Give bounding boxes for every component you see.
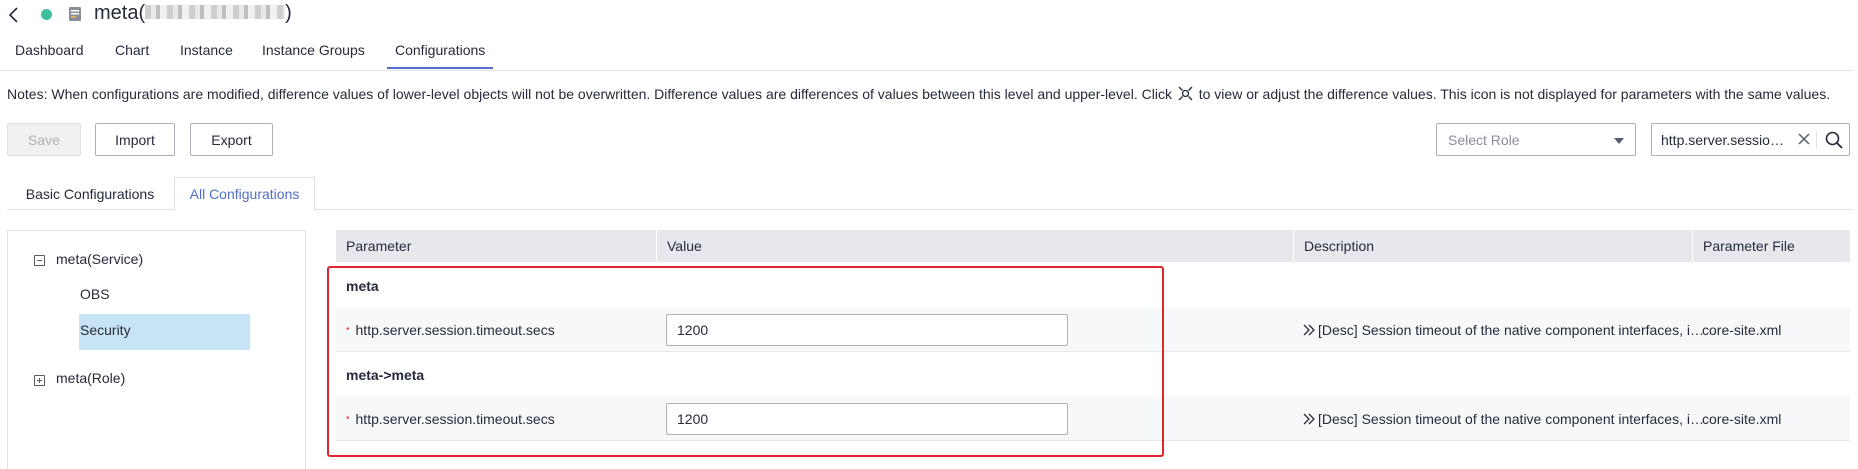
status-dot xyxy=(41,9,52,20)
value-input[interactable] xyxy=(666,403,1068,435)
column-header-description: Description xyxy=(1293,230,1692,262)
title-suffix: ) xyxy=(285,2,292,24)
parameter-file-cell: core-site.xml xyxy=(1702,410,1782,427)
description-text: [Desc] Session timeout of the native com… xyxy=(1318,321,1708,338)
tab-chart[interactable]: Chart xyxy=(115,42,149,58)
table-row: • http.server.session.timeout.secs [Desc… xyxy=(336,307,1850,352)
tree-node-role[interactable]: meta(Role) xyxy=(56,370,125,386)
clear-icon[interactable] xyxy=(1796,131,1812,147)
export-button[interactable]: Export xyxy=(190,123,273,156)
role-select-placeholder: Select Role xyxy=(1448,131,1520,148)
column-header-value: Value xyxy=(656,230,1293,262)
difference-icon xyxy=(1178,86,1193,101)
table-row: • http.server.session.timeout.secs [Desc… xyxy=(336,396,1850,441)
column-header-parameter-file: Parameter File xyxy=(1692,230,1850,262)
description-cell: [Desc] Session timeout of the native com… xyxy=(1302,307,1708,352)
tree-node-service[interactable]: meta(Service) xyxy=(56,251,143,267)
group-row: meta xyxy=(336,264,1850,307)
main-tabs: Dashboard Chart Instance Instance Groups… xyxy=(0,36,1853,71)
back-arrow-icon[interactable] xyxy=(6,6,22,24)
parameter-file-cell: core-site.xml xyxy=(1702,321,1782,338)
tab-configurations[interactable]: Configurations xyxy=(386,42,494,69)
notes-text: Notes: When configurations are modified,… xyxy=(7,86,1830,102)
description-cell: [Desc] Session timeout of the native com… xyxy=(1302,396,1708,441)
value-input[interactable] xyxy=(666,314,1068,346)
service-icon xyxy=(69,7,81,21)
config-tree: meta(Service) OBS Security meta(Role) xyxy=(7,230,306,469)
collapse-icon[interactable] xyxy=(34,255,45,266)
search-input[interactable]: http.server.session.timeout.secs xyxy=(1651,123,1850,156)
description-text: [Desc] Session timeout of the native com… xyxy=(1318,410,1708,427)
parameter-cell: • http.server.session.timeout.secs xyxy=(346,396,555,441)
redacted-cluster-name xyxy=(145,5,286,20)
parameter-cell: • http.server.session.timeout.secs xyxy=(346,307,555,352)
expand-icon[interactable] xyxy=(34,375,45,386)
group-row: meta->meta xyxy=(336,353,1850,396)
search-divider xyxy=(1816,131,1817,149)
tab-instance[interactable]: Instance xyxy=(180,42,233,58)
save-button[interactable]: Save xyxy=(7,123,81,156)
tree-node-security[interactable]: Security xyxy=(80,322,131,338)
table-header: Parameter Value Description Parameter Fi… xyxy=(336,230,1850,262)
search-input-value[interactable]: http.server.session.timeout.secs xyxy=(1661,132,1791,148)
parameter-name: http.server.session.timeout.secs xyxy=(355,410,555,427)
config-sub-tabs: Basic Configurations All Configurations xyxy=(7,177,1853,211)
double-chevron-right-icon[interactable] xyxy=(1302,323,1316,337)
column-header-parameter: Parameter xyxy=(346,238,412,254)
chevron-down-icon xyxy=(1614,138,1624,144)
tab-basic-configurations[interactable]: Basic Configurations xyxy=(7,177,173,211)
double-chevron-right-icon[interactable] xyxy=(1302,412,1316,426)
group-label: meta->meta xyxy=(346,366,425,383)
tab-instance-groups[interactable]: Instance Groups xyxy=(262,42,365,58)
search-icon[interactable] xyxy=(1824,130,1844,150)
role-select[interactable]: Select Role xyxy=(1436,123,1636,156)
required-marker: • xyxy=(346,413,350,424)
tab-all-configurations[interactable]: All Configurations xyxy=(174,177,315,211)
title-bar: meta() xyxy=(0,0,1858,30)
required-marker: • xyxy=(346,324,350,335)
notes-before-icon: Notes: When configurations are modified,… xyxy=(7,86,1172,102)
group-label: meta xyxy=(346,277,379,294)
tab-dashboard[interactable]: Dashboard xyxy=(15,42,84,58)
tree-node-obs[interactable]: OBS xyxy=(80,286,110,302)
page-title: meta() xyxy=(94,2,292,25)
title-prefix: meta( xyxy=(94,2,146,24)
notes-after-icon: to view or adjust the difference values.… xyxy=(1198,86,1831,102)
parameter-name: http.server.session.timeout.secs xyxy=(355,321,555,338)
import-button[interactable]: Import xyxy=(95,123,175,156)
